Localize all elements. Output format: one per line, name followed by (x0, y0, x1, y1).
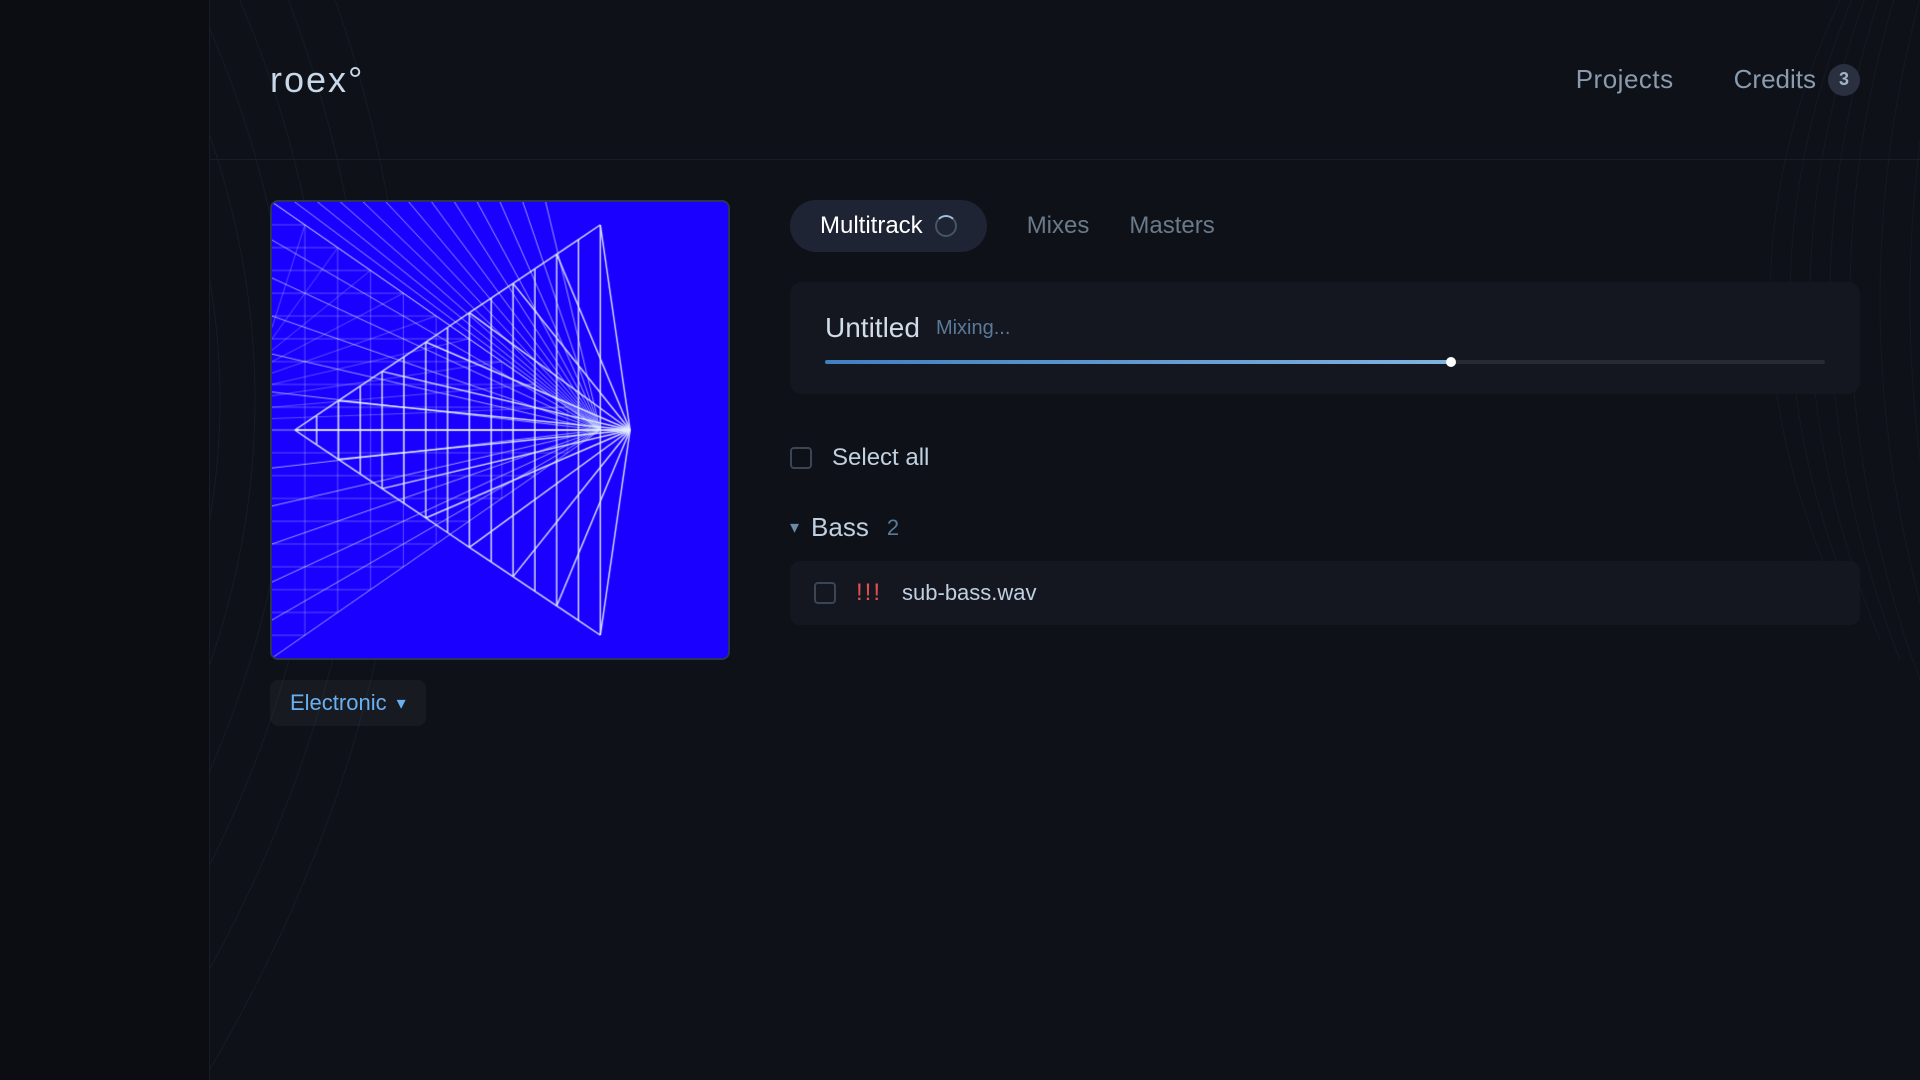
loading-spinner-icon (935, 215, 957, 237)
track-name-sub-bass: sub-bass.wav (902, 580, 1037, 606)
progress-bar-container (825, 360, 1825, 364)
credits-label: Credits (1734, 64, 1816, 95)
main-content: roex° Projects Credits 3 Electronic ▾ (210, 0, 1920, 1080)
tab-multitrack[interactable]: Multitrack (790, 200, 987, 252)
tab-masters[interactable]: Masters (1129, 200, 1214, 252)
group-count-bass: 2 (887, 515, 899, 541)
logo: roex° (270, 59, 364, 101)
tab-mixes[interactable]: Mixes (1027, 200, 1090, 252)
header-nav: Projects Credits 3 (1576, 64, 1860, 96)
right-panel: Multitrack Mixes Masters Untitled Mixing… (790, 200, 1860, 726)
album-art (270, 200, 730, 660)
project-status: Mixing... (936, 317, 1010, 340)
group-name-bass: Bass (811, 512, 869, 543)
track-alert-icon: !!! (856, 579, 882, 607)
album-section: Electronic ▾ (270, 200, 730, 726)
content-area: Electronic ▾ Multitrack Mixes Masters Un… (210, 160, 1920, 766)
projects-nav-item[interactable]: Projects (1576, 64, 1674, 95)
sidebar (0, 0, 210, 1080)
credits-count-badge: 3 (1828, 64, 1860, 96)
select-all-checkbox[interactable] (790, 447, 812, 469)
credits-nav-item[interactable]: Credits 3 (1734, 64, 1860, 96)
genre-chevron-icon: ▾ (397, 693, 406, 714)
track-checkbox-sub-bass[interactable] (814, 582, 836, 604)
genre-selector[interactable]: Electronic ▾ (270, 680, 426, 726)
tab-bar: Multitrack Mixes Masters (790, 200, 1860, 252)
project-title: Untitled (825, 312, 920, 344)
select-all-label: Select all (832, 444, 929, 472)
track-group-bass: ▾ Bass 2 !!! sub-bass.wav (790, 502, 1860, 625)
project-card: Untitled Mixing... (790, 282, 1860, 394)
project-header: Untitled Mixing... (825, 312, 1825, 344)
track-group-header-bass[interactable]: ▾ Bass 2 (790, 502, 1860, 553)
tab-multitrack-label: Multitrack (820, 212, 923, 240)
track-item-sub-bass: !!! sub-bass.wav (790, 561, 1860, 625)
progress-bar-fill (825, 360, 1455, 364)
genre-label: Electronic (290, 690, 387, 716)
group-chevron-icon: ▾ (790, 517, 799, 538)
header: roex° Projects Credits 3 (210, 0, 1920, 160)
select-all-row: Select all (790, 424, 1860, 492)
